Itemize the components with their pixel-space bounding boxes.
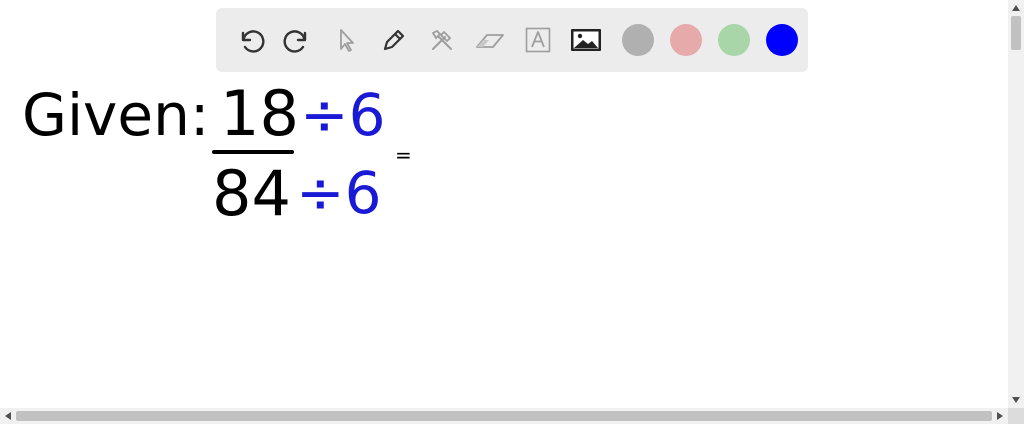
- divide-denominator: ÷6: [296, 159, 382, 227]
- denominator: 84: [212, 157, 291, 230]
- undo-button[interactable]: [230, 20, 270, 60]
- horizontal-scroll-thumb[interactable]: [16, 411, 992, 421]
- triangle-right-icon: [997, 412, 1003, 420]
- pointer-icon: [340, 29, 354, 52]
- color-swatch-gray[interactable]: [622, 24, 654, 56]
- tools-button[interactable]: [422, 20, 462, 60]
- eraser-icon: [476, 34, 504, 48]
- scroll-up-arrow[interactable]: [1008, 0, 1024, 16]
- tools-icon: [431, 29, 452, 50]
- color-swatch-pink[interactable]: [670, 24, 702, 56]
- triangle-up-icon: [1012, 5, 1020, 11]
- scroll-down-arrow[interactable]: [1008, 392, 1024, 408]
- image-icon: [571, 29, 601, 51]
- divide-numerator: ÷6: [300, 81, 386, 149]
- triangle-down-icon: [1012, 397, 1020, 403]
- text-tool-button[interactable]: [518, 20, 558, 60]
- vertical-scroll-thumb[interactable]: [1011, 16, 1021, 50]
- text-icon: [525, 27, 551, 53]
- eraser-tool-button[interactable]: [470, 20, 510, 60]
- color-swatch-green[interactable]: [718, 24, 750, 56]
- scroll-left-arrow[interactable]: [0, 408, 16, 424]
- scrollbar-corner: [1008, 408, 1024, 424]
- equals-sign: =: [395, 143, 412, 167]
- triangle-left-icon: [5, 412, 11, 420]
- redo-button[interactable]: [278, 20, 318, 60]
- drawing-toolbar: [216, 8, 808, 72]
- pen-tool-button[interactable]: [374, 20, 414, 60]
- given-label: Given:: [22, 81, 209, 149]
- scroll-right-arrow[interactable]: [992, 408, 1008, 424]
- redo-icon: [283, 30, 307, 53]
- whiteboard-canvas[interactable]: Given: 18 84 ÷6 ÷6 =: [0, 0, 1008, 408]
- select-tool-button[interactable]: [326, 20, 366, 60]
- color-swatch-blue[interactable]: [766, 24, 798, 56]
- horizontal-scrollbar[interactable]: [0, 408, 1008, 424]
- undo-icon: [241, 30, 265, 53]
- image-tool-button[interactable]: [566, 20, 606, 60]
- pen-icon: [383, 29, 405, 51]
- numerator: 18: [220, 77, 299, 150]
- vertical-scrollbar[interactable]: [1008, 0, 1024, 408]
